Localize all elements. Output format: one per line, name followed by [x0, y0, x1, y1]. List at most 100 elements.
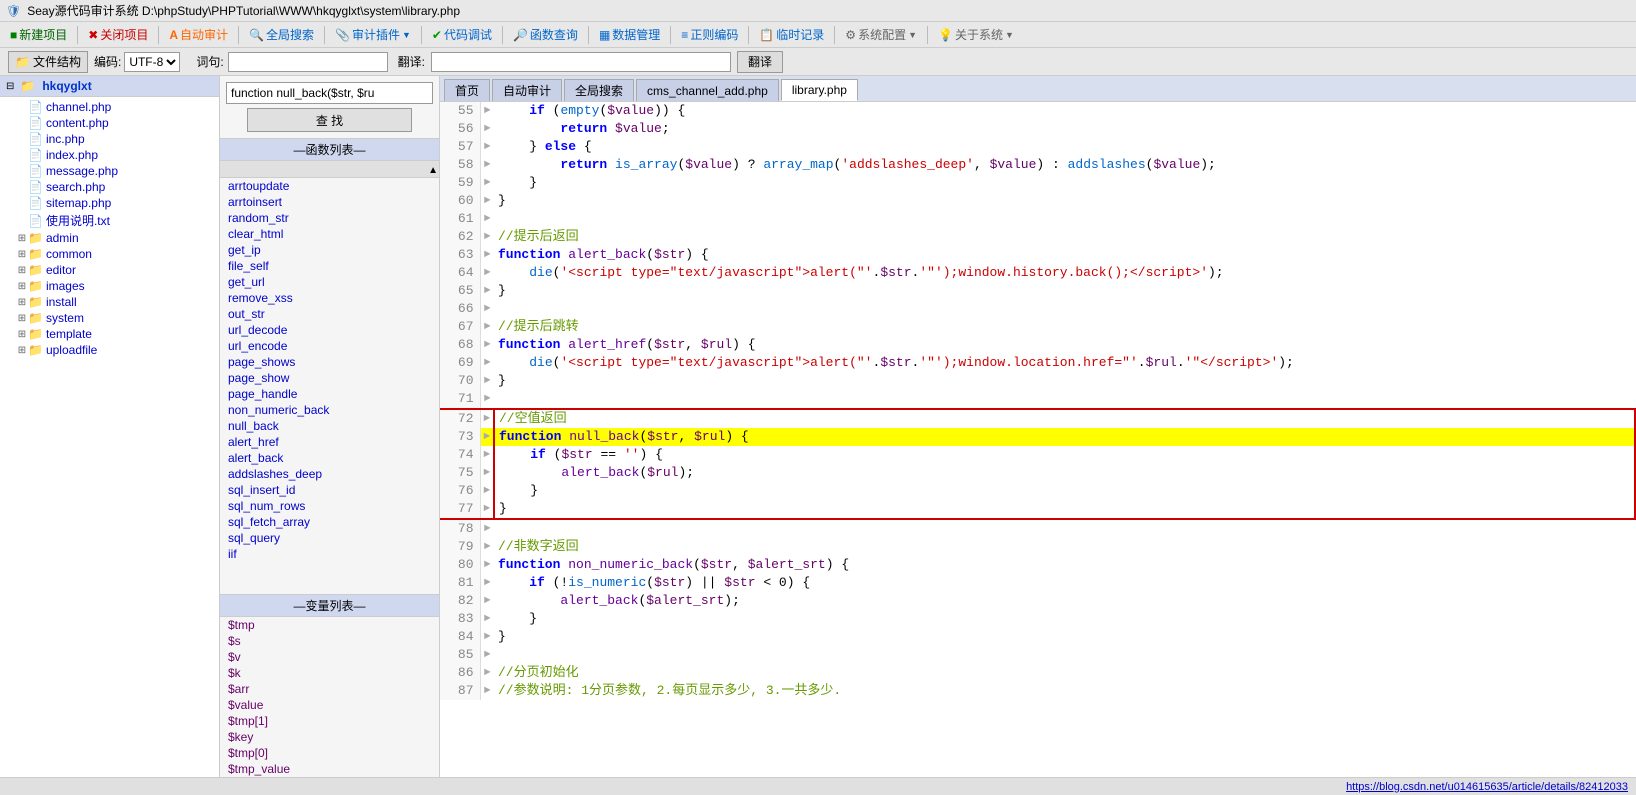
- var-item[interactable]: $s: [220, 633, 439, 649]
- func-item[interactable]: remove_xss: [220, 290, 439, 306]
- encoding-select[interactable]: UTF-8 GBK: [124, 52, 180, 72]
- line-content[interactable]: }: [494, 174, 1635, 192]
- func-item[interactable]: sql_num_rows: [220, 498, 439, 514]
- line-content[interactable]: if (empty($value)) {: [494, 102, 1635, 120]
- line-content[interactable]: function alert_href($str, $rul) {: [494, 336, 1635, 354]
- line-content[interactable]: alert_back($rul);: [494, 464, 1635, 482]
- tree-item-sitemap_php[interactable]: 📄sitemap.php: [0, 195, 219, 211]
- line-content[interactable]: }: [494, 372, 1635, 390]
- func-item[interactable]: page_show: [220, 370, 439, 386]
- tree-item-index_php[interactable]: 📄index.php: [0, 147, 219, 163]
- line-content[interactable]: function alert_back($str) {: [494, 246, 1635, 264]
- func-item[interactable]: file_self: [220, 258, 439, 274]
- var-item[interactable]: $tmp[1]: [220, 713, 439, 729]
- tree-item-system[interactable]: ⊞📁system: [0, 310, 219, 326]
- tree-item-images[interactable]: ⊞📁images: [0, 278, 219, 294]
- translate-btn[interactable]: 翻译: [737, 51, 783, 73]
- tab-自动审计[interactable]: 自动审计: [492, 79, 562, 101]
- line-content[interactable]: //参数说明: 1分页参数, 2.每页显示多少, 3.一共多少.: [494, 682, 1635, 700]
- line-content[interactable]: } else {: [494, 138, 1635, 156]
- line-content[interactable]: }: [494, 282, 1635, 300]
- var-item[interactable]: $v: [220, 649, 439, 665]
- var-item[interactable]: $tmp_value: [220, 761, 439, 777]
- tree-item-content_php[interactable]: 📄content.php: [0, 115, 219, 131]
- line-content[interactable]: function null_back($str, $rul) {: [494, 428, 1635, 446]
- tab-cms_channel_add_php[interactable]: cms_channel_add.php: [636, 79, 779, 101]
- line-content[interactable]: die('<script type="text/javascript">aler…: [494, 354, 1635, 372]
- func-item[interactable]: get_ip: [220, 242, 439, 258]
- line-content[interactable]: [494, 210, 1635, 228]
- line-content[interactable]: die('<script type="text/javascript">aler…: [494, 264, 1635, 282]
- menu-sys-config[interactable]: ⚙ 系统配置 ▼: [839, 24, 923, 45]
- line-content[interactable]: //提示后返回: [494, 228, 1635, 246]
- tree-item-使用说明_txt[interactable]: 📄使用说明.txt: [0, 211, 219, 230]
- tab-全局搜索[interactable]: 全局搜索: [564, 79, 634, 101]
- tree-item-uploadfile[interactable]: ⊞📁uploadfile: [0, 342, 219, 358]
- line-content[interactable]: [494, 300, 1635, 318]
- menu-temp-record[interactable]: 📋 临时记录: [753, 24, 830, 45]
- func-item[interactable]: arrtoinsert: [220, 194, 439, 210]
- func-list-scroll-up[interactable]: ▲: [220, 161, 439, 178]
- func-item[interactable]: page_handle: [220, 386, 439, 402]
- func-item[interactable]: non_numeric_back: [220, 402, 439, 418]
- func-item[interactable]: random_str: [220, 210, 439, 226]
- tree-item-common[interactable]: ⊞📁common: [0, 246, 219, 262]
- menu-regex-code[interactable]: ≡ 正则编码: [675, 24, 744, 45]
- tree-item-install[interactable]: ⊞📁install: [0, 294, 219, 310]
- line-content[interactable]: [494, 519, 1635, 538]
- line-content[interactable]: }: [494, 192, 1635, 210]
- line-content[interactable]: if ($str == '') {: [494, 446, 1635, 464]
- line-content[interactable]: [494, 646, 1635, 664]
- func-item[interactable]: url_decode: [220, 322, 439, 338]
- tab-首页[interactable]: 首页: [444, 79, 490, 101]
- menu-data-mgmt[interactable]: ▦ 数据管理: [593, 24, 666, 45]
- var-item[interactable]: $k: [220, 665, 439, 681]
- file-structure-btn[interactable]: 📁 文件结构: [8, 51, 88, 73]
- tree-item-admin[interactable]: ⊞📁admin: [0, 230, 219, 246]
- line-content[interactable]: //分页初始化: [494, 664, 1635, 682]
- line-content[interactable]: alert_back($alert_srt);: [494, 592, 1635, 610]
- func-item[interactable]: sql_query: [220, 530, 439, 546]
- func-item[interactable]: sql_fetch_array: [220, 514, 439, 530]
- func-item[interactable]: clear_html: [220, 226, 439, 242]
- tree-item-template[interactable]: ⊞📁template: [0, 326, 219, 342]
- menu-auto-audit[interactable]: A 自动审计: [163, 24, 234, 45]
- tree-item-message_php[interactable]: 📄message.php: [0, 163, 219, 179]
- search-button[interactable]: 查 找: [247, 108, 413, 132]
- query-input[interactable]: [228, 52, 388, 72]
- menu-code-debug[interactable]: ✔ 代码调试: [426, 24, 498, 45]
- menu-new-project[interactable]: ■ 新建项目: [4, 24, 73, 45]
- line-content[interactable]: }: [494, 482, 1635, 500]
- func-item[interactable]: arrtoupdate: [220, 178, 439, 194]
- func-item[interactable]: alert_back: [220, 450, 439, 466]
- search-input[interactable]: [226, 82, 433, 104]
- var-item[interactable]: $value: [220, 697, 439, 713]
- var-item[interactable]: $tmp[0]: [220, 745, 439, 761]
- translate-input[interactable]: [431, 52, 731, 72]
- func-item[interactable]: get_url: [220, 274, 439, 290]
- line-content[interactable]: }: [494, 500, 1635, 519]
- func-item[interactable]: alert_href: [220, 434, 439, 450]
- code-container[interactable]: 55► if (empty($value)) {56► return $valu…: [440, 102, 1636, 777]
- tree-item-inc_php[interactable]: 📄inc.php: [0, 131, 219, 147]
- line-content[interactable]: //提示后跳转: [494, 318, 1635, 336]
- tree-item-editor[interactable]: ⊞📁editor: [0, 262, 219, 278]
- line-content[interactable]: [494, 390, 1635, 409]
- line-content[interactable]: //非数字返回: [494, 538, 1635, 556]
- line-content[interactable]: function non_numeric_back($str, $alert_s…: [494, 556, 1635, 574]
- line-content[interactable]: return $value;: [494, 120, 1635, 138]
- menu-global-search[interactable]: 🔍 全局搜索: [243, 24, 320, 45]
- line-content[interactable]: return is_array($value) ? array_map('add…: [494, 156, 1635, 174]
- func-item[interactable]: url_encode: [220, 338, 439, 354]
- line-content[interactable]: }: [494, 628, 1635, 646]
- tree-item-search_php[interactable]: 📄search.php: [0, 179, 219, 195]
- line-content[interactable]: if (!is_numeric($str) || $str < 0) {: [494, 574, 1635, 592]
- func-item[interactable]: addslashes_deep: [220, 466, 439, 482]
- func-item[interactable]: sql_insert_id: [220, 482, 439, 498]
- var-item[interactable]: $arr: [220, 681, 439, 697]
- menu-close-project[interactable]: ✖ 关闭项目: [82, 24, 154, 45]
- func-item[interactable]: out_str: [220, 306, 439, 322]
- func-item[interactable]: null_back: [220, 418, 439, 434]
- var-item[interactable]: $key: [220, 729, 439, 745]
- menu-audit-plugin[interactable]: 📎 审计插件 ▼: [329, 24, 417, 45]
